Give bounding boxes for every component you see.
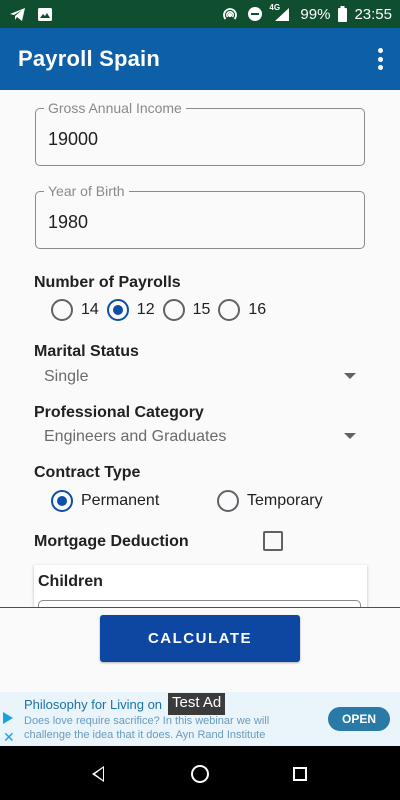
gross-income-field[interactable]: Gross Annual Income 19000 — [35, 100, 365, 166]
radio-icon — [218, 299, 241, 321]
calculate-button[interactable]: CALCULATE — [100, 615, 300, 662]
radio-icon — [217, 490, 239, 512]
year-of-birth-value: 1980 — [48, 212, 89, 232]
payroll-option-12[interactable]: 12 — [106, 299, 155, 321]
navigation-bar — [0, 746, 400, 800]
children-label: Children — [38, 573, 103, 590]
battery-percent: 99% — [300, 5, 331, 23]
ad-choices-icon[interactable] — [3, 712, 13, 724]
battery-icon — [337, 6, 347, 22]
dnd-icon — [246, 6, 264, 22]
marital-status-select[interactable]: Single — [44, 364, 360, 390]
ad-title[interactable]: Philosophy for Living on — [24, 697, 162, 712]
ad-banner[interactable]: ✕ Philosophy for Living on Test Ad Does … — [0, 692, 400, 746]
year-of-birth-field[interactable]: Year of Birth 1980 — [35, 183, 365, 249]
ad-open-button[interactable]: OPEN — [328, 707, 390, 731]
marital-status-label: Marital Status — [34, 343, 139, 360]
dropdown-arrow-icon — [344, 433, 356, 439]
contract-type-label: Contract Type — [34, 464, 141, 481]
app-bar: Payroll Spain — [0, 28, 400, 90]
status-bar: 4G 99% 23:55 — [0, 0, 400, 28]
test-ad-badge: Test Ad — [168, 693, 226, 715]
professional-category-value: Engineers and Graduates — [44, 428, 227, 445]
ad-body[interactable]: Does love require sacrifice? In this web… — [24, 714, 294, 742]
payrolls-radio-group: 14 12 15 16 — [51, 299, 266, 321]
divider — [0, 607, 400, 608]
telegram-icon — [8, 6, 26, 22]
payroll-option-14[interactable]: 14 — [51, 299, 99, 321]
radio-icon — [162, 299, 185, 321]
radio-selected-icon — [106, 299, 129, 321]
home-icon[interactable] — [191, 765, 209, 783]
radio-icon — [51, 299, 73, 321]
recents-icon[interactable] — [293, 767, 307, 781]
children-card: Children — [34, 565, 367, 608]
form-scroll-area[interactable]: Gross Annual Income 19000 Year of Birth … — [0, 90, 400, 608]
image-icon — [36, 6, 54, 22]
professional-category-select[interactable]: Engineers and Graduates — [44, 424, 360, 450]
professional-category-label: Professional Category — [34, 404, 204, 421]
gross-income-value: 19000 — [48, 129, 99, 149]
app-title: Payroll Spain — [18, 46, 160, 71]
radio-selected-icon — [51, 490, 73, 512]
network-type: 4G — [269, 3, 281, 12]
hotspot-icon — [221, 6, 239, 22]
mortgage-deduction-checkbox[interactable] — [263, 531, 283, 551]
mortgage-deduction-label: Mortgage Deduction — [34, 533, 189, 550]
marital-status-value: Single — [44, 368, 89, 385]
dropdown-arrow-icon — [344, 373, 356, 379]
signal-4g-icon: 4G — [269, 3, 293, 22]
payrolls-label: Number of Payrolls — [34, 274, 181, 291]
year-of-birth-label: Year of Birth — [44, 183, 129, 199]
close-icon[interactable]: ✕ — [3, 729, 15, 746]
contract-option-permanent[interactable]: Permanent — [51, 490, 159, 512]
payroll-option-16[interactable]: 16 — [218, 299, 266, 321]
gross-income-label: Gross Annual Income — [44, 100, 186, 116]
contract-option-temporary[interactable]: Temporary — [217, 490, 323, 512]
back-icon[interactable] — [92, 766, 104, 782]
clock: 23:55 — [354, 5, 392, 23]
more-vert-icon[interactable] — [376, 48, 384, 70]
payroll-option-15[interactable]: 15 — [162, 299, 210, 321]
